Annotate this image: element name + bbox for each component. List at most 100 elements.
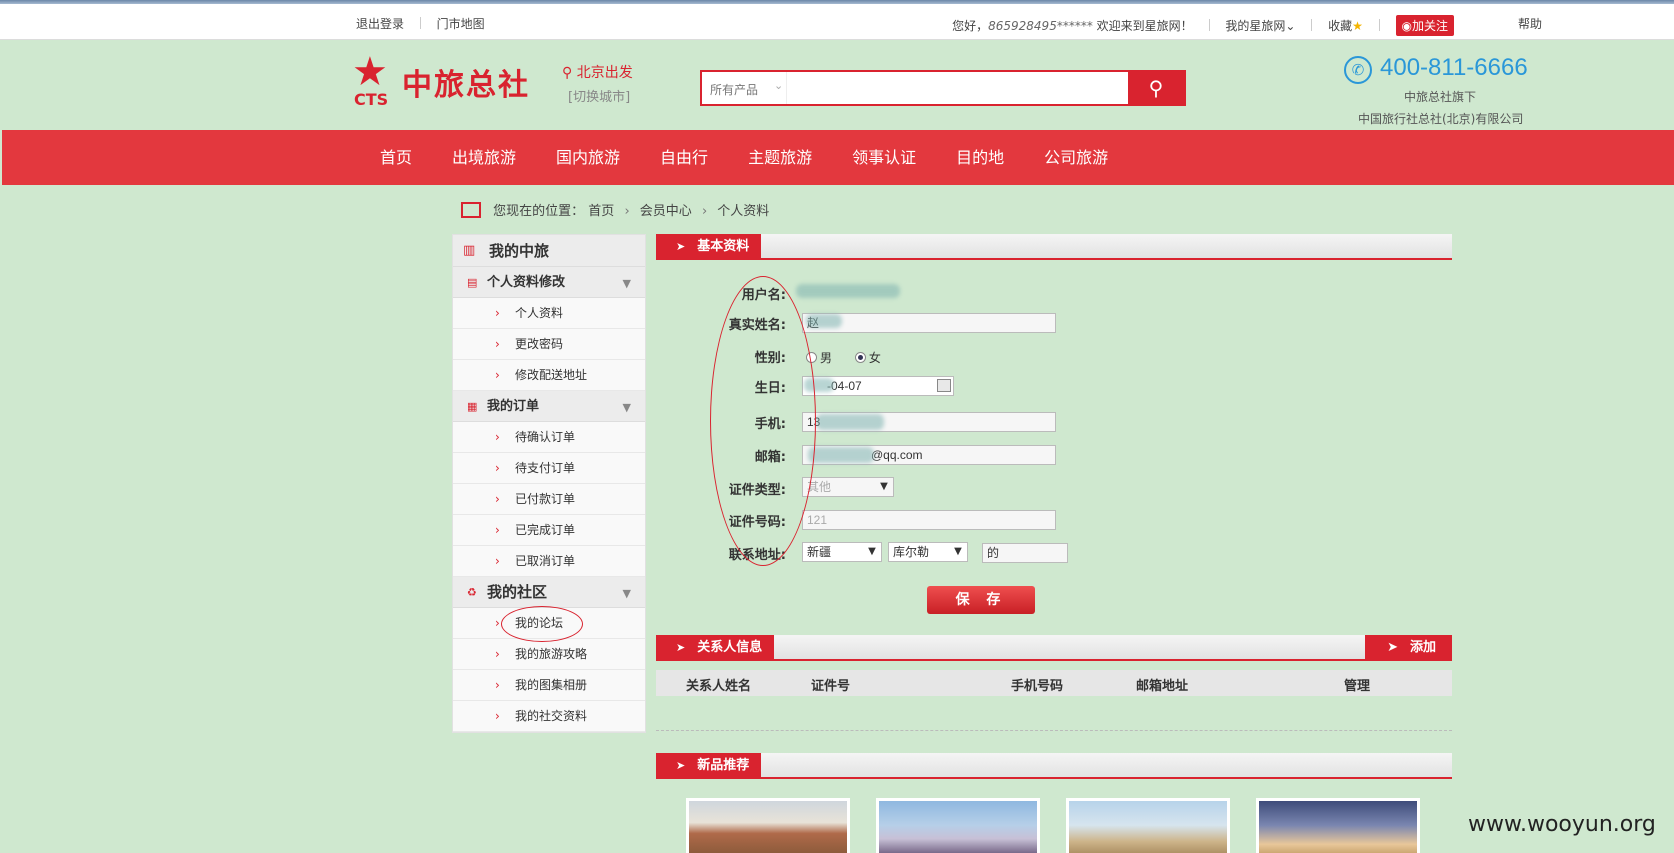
- new-products-tab: ➤ 新品推荐: [656, 753, 762, 779]
- sidebar-item-pending-confirm[interactable]: › 待确认订单: [453, 422, 645, 453]
- province-value: 新疆: [807, 545, 832, 559]
- chevron-down-icon: ▼: [954, 546, 962, 557]
- sidebar-group-profile[interactable]: ▤ 个人资料修改 ▼: [453, 267, 645, 298]
- breadcrumb-member[interactable]: 会员中心: [640, 204, 692, 219]
- sidebar-item-password[interactable]: › 更改密码: [453, 329, 645, 360]
- redacted-mobile: [816, 414, 884, 430]
- sidebar-title-label: 我的中旅: [489, 242, 550, 260]
- redacted-realname: [806, 314, 842, 328]
- sidebar-item-label: 已取消订单: [515, 554, 576, 568]
- redacted-username: [796, 284, 900, 298]
- nav-item-corporate[interactable]: 公司旅游: [1044, 130, 1108, 185]
- top-bar: 退出登录 门市地图 您好，865928495****** 欢迎来到星旅网！ 我的…: [0, 4, 1674, 40]
- divider: [1208, 19, 1210, 31]
- help-link[interactable]: 帮助: [1518, 15, 1542, 32]
- sidebar-group-community[interactable]: ♻ 我的社区 ▼: [453, 577, 645, 608]
- arrow-right-icon: ➤: [676, 759, 686, 772]
- chevron-right-icon: ›: [495, 430, 500, 444]
- sidebar-item-address[interactable]: › 修改配送地址: [453, 360, 645, 391]
- triangle-down-icon: ▼: [622, 401, 631, 414]
- redacted-email: [808, 447, 874, 463]
- email-value: @qq.com: [871, 448, 923, 462]
- sidebar-item-cancelled[interactable]: › 已取消订单: [453, 546, 645, 577]
- gender-female-radio[interactable]: [854, 352, 866, 363]
- calendar-icon[interactable]: [937, 379, 951, 392]
- sidebar-item-completed[interactable]: › 已完成订单: [453, 515, 645, 546]
- nav-item-consular[interactable]: 领事认证: [852, 130, 916, 185]
- column-header: 关系人姓名: [686, 679, 752, 694]
- column-header: 手机号码: [1011, 679, 1064, 694]
- id-type-select[interactable]: 其他 ▼: [802, 477, 894, 497]
- chevron-right-icon: ›: [701, 204, 708, 219]
- top-bar-right: 您好，865928495****** 欢迎来到星旅网！ 我的星旅网⌄ 收藏★ ◉…: [952, 15, 1454, 36]
- basic-info-header: ➤ 基本资料: [656, 234, 1452, 260]
- breadcrumb-current: 个人资料: [717, 204, 770, 219]
- chevron-right-icon: ›: [495, 616, 500, 630]
- chevron-right-icon: ›: [495, 492, 500, 506]
- sidebar-item-profile[interactable]: › 个人资料: [453, 298, 645, 329]
- store-map-link[interactable]: 门市地图: [437, 17, 485, 31]
- nav-item-home[interactable]: 首页: [380, 130, 412, 185]
- community-icon: ♻: [467, 586, 477, 599]
- annotation-circle: [710, 276, 816, 566]
- location-icon: [461, 202, 481, 218]
- sidebar-item-label: 待确认订单: [515, 430, 576, 444]
- sidebar-item-guides[interactable]: › 我的旅游攻略: [453, 639, 645, 670]
- company-subtitle: 中旅总社旗下: [1404, 90, 1477, 104]
- gender-options: 男 女: [806, 349, 881, 366]
- save-button[interactable]: 保 存: [927, 586, 1035, 614]
- sidebar-item-social[interactable]: › 我的社交资料: [453, 701, 645, 732]
- address-detail-field[interactable]: 的: [982, 543, 1068, 563]
- chevron-down-icon: ▼: [868, 546, 876, 557]
- id-number-field[interactable]: 121: [802, 510, 1056, 530]
- product-thumbnail[interactable]: [686, 798, 850, 853]
- sidebar-item-label: 已付款订单: [515, 492, 576, 506]
- breadcrumb-home[interactable]: 首页: [588, 204, 614, 219]
- logout-link[interactable]: 退出登录: [356, 17, 404, 31]
- divider: [419, 17, 421, 29]
- add-contact-button[interactable]: ➤ 添加: [1365, 635, 1452, 661]
- profile-icon: ▤: [467, 276, 478, 289]
- column-header: 管理: [1344, 679, 1371, 694]
- nav-item-free-travel[interactable]: 自由行: [660, 130, 708, 185]
- departure-city-label: 北京出发: [576, 65, 633, 81]
- sidebar-item-pending-pay[interactable]: › 待支付订单: [453, 453, 645, 484]
- province-select[interactable]: 新疆 ▼: [802, 542, 882, 562]
- nav-item-theme[interactable]: 主题旅游: [748, 130, 812, 185]
- product-thumbnail[interactable]: [1066, 798, 1230, 853]
- member-sidebar: ▥ 我的中旅 ▤ 个人资料修改 ▼ › 个人资料 › 更改密码 › 修改配送地址 ▦ 我的订单…: [452, 234, 646, 733]
- logo-cts-text: CTS: [354, 90, 389, 109]
- nav-item-domestic[interactable]: 国内旅游: [556, 130, 620, 185]
- search-box: 所有产品 ⌄ ⚲: [700, 70, 1186, 106]
- sidebar-item-albums[interactable]: › 我的图集相册: [453, 670, 645, 701]
- search-category-select[interactable]: 所有产品: [710, 81, 758, 98]
- nav-item-destination[interactable]: 目的地: [956, 130, 1004, 185]
- product-thumbnail[interactable]: [1256, 798, 1420, 853]
- column-header: 证件号: [811, 679, 851, 694]
- sidebar-item-label: 我的旅游攻略: [515, 647, 588, 661]
- breadcrumb: 您现在的位置： 首页 › 会员中心 › 个人资料: [461, 200, 769, 219]
- nav-item-outbound[interactable]: 出境旅游: [452, 130, 516, 185]
- star-icon: ★: [1352, 19, 1363, 33]
- sidebar-group-label: 个人资料修改: [487, 275, 566, 290]
- phone-icon: ✆: [1344, 56, 1372, 84]
- divider: [1311, 19, 1313, 31]
- company-name: 中国旅行社总社(北京)有限公司: [1358, 112, 1524, 126]
- site-logo[interactable]: ★ CTS 中旅总社: [352, 52, 542, 110]
- contacts-table-header: 关系人姓名 证件号 手机号码 邮箱地址 管理: [656, 670, 1452, 696]
- city-select[interactable]: 库尔勒 ▼: [888, 542, 968, 562]
- contacts-title: 关系人信息: [697, 640, 763, 655]
- search-button[interactable]: ⚲: [1128, 72, 1184, 104]
- favorite-link[interactable]: 收藏: [1328, 19, 1352, 33]
- add-contact-label: 添加: [1409, 640, 1436, 655]
- new-products-header: ➤ 新品推荐: [656, 753, 1452, 779]
- arrow-right-icon: ➤: [676, 240, 686, 253]
- product-thumbnail[interactable]: [876, 798, 1040, 853]
- switch-city-link[interactable]: [切换城市]: [568, 86, 630, 105]
- contacts-tab: ➤ 关系人信息: [656, 635, 775, 661]
- sidebar-item-paid[interactable]: › 已付款订单: [453, 484, 645, 515]
- location-pin-icon: ⚲: [562, 65, 573, 81]
- my-star-link[interactable]: 我的星旅网: [1225, 19, 1285, 33]
- sidebar-group-orders[interactable]: ▦ 我的订单 ▼: [453, 391, 645, 422]
- weibo-follow-button[interactable]: ◉加关注: [1395, 15, 1454, 36]
